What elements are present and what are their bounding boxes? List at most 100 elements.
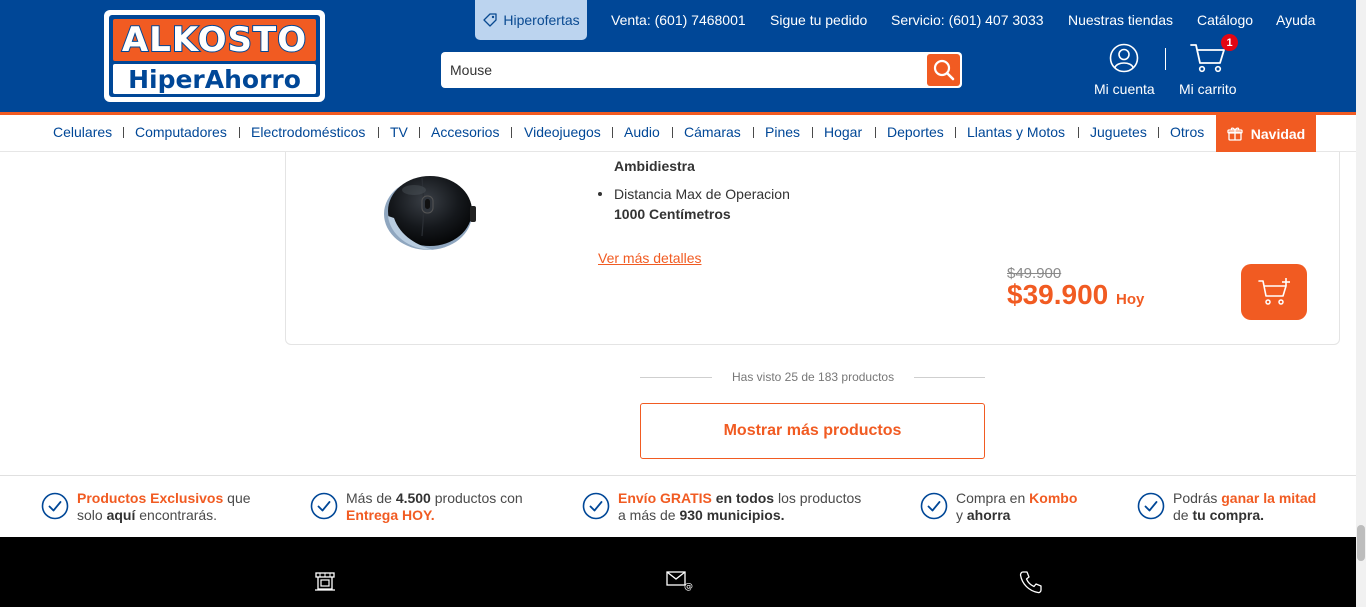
store-icon[interactable]: [313, 569, 337, 593]
cart-label[interactable]: Mi carrito: [1179, 81, 1237, 97]
site-footer: @: [0, 537, 1356, 607]
category-celulares[interactable]: Celulares: [53, 124, 112, 140]
category-audio[interactable]: Audio: [624, 124, 660, 140]
scrollbar-thumb[interactable]: [1357, 525, 1365, 561]
logo-bottom-band: HiperAhorro: [113, 64, 316, 94]
search-input[interactable]: [441, 52, 926, 88]
benefit-text: Podrás ganar la mitad de tu compra.: [1173, 490, 1316, 524]
check-circle-icon: [582, 492, 610, 520]
scrollbar-track[interactable]: [1356, 0, 1366, 607]
category-separator: [955, 127, 956, 138]
benefit-segment: encontrarás.: [135, 507, 218, 523]
benefit-item: Compra en Kombo y ahorra: [920, 490, 1077, 524]
topnav-link-ayuda[interactable]: Ayuda: [1276, 12, 1315, 28]
category-separator: [239, 127, 240, 138]
category-separator: [1078, 127, 1079, 138]
user-icon[interactable]: [1109, 43, 1139, 73]
category-camaras[interactable]: Cámaras: [684, 124, 741, 140]
seen-divider-left: [640, 377, 712, 378]
alkosto-logo[interactable]: ALKOSTO HiperAhorro: [104, 10, 325, 102]
benefit-segment: Podrás: [1173, 490, 1222, 506]
benefit-segment: y: [956, 507, 967, 523]
benefit-highlight: Kombo: [1029, 490, 1078, 506]
price-suffix: Hoy: [1116, 291, 1145, 308]
category-separator: [123, 127, 124, 138]
show-more-button[interactable]: Mostrar más productos: [640, 403, 985, 459]
category-separator: [1158, 127, 1159, 138]
benefit-bold: tu compra.: [1192, 507, 1265, 523]
add-to-cart-button[interactable]: [1241, 264, 1307, 320]
benefit-bold: 930 municipios.: [679, 507, 785, 523]
benefit-item: Envío GRATIS en todos los productos a más…: [582, 490, 861, 524]
category-otros[interactable]: Otros: [1170, 124, 1204, 140]
benefit-text: Compra en Kombo y ahorra: [956, 490, 1077, 524]
hiperofertas-tab[interactable]: Hiperofertas: [475, 0, 587, 40]
category-separator: [419, 127, 420, 138]
category-separator: [378, 127, 379, 138]
check-circle-icon: [310, 492, 338, 520]
benefit-bold: en todos: [711, 490, 775, 506]
hiperofertas-label: Hiperofertas: [503, 12, 580, 28]
cart-count-badge: 1: [1221, 34, 1238, 51]
category-hogar[interactable]: Hogar: [824, 124, 862, 140]
benefit-highlight: Productos Exclusivos: [77, 490, 224, 506]
category-pines[interactable]: Pines: [765, 124, 800, 140]
benefit-item: Productos Exclusivos que solo aquí encont…: [41, 490, 251, 524]
account-label[interactable]: Mi cuenta: [1094, 81, 1155, 97]
seen-divider-right: [914, 377, 985, 378]
benefit-highlight: Envío GRATIS: [618, 490, 712, 506]
add-to-cart-icon: [1258, 278, 1290, 305]
benefit-item: Podrás ganar la mitad de tu compra.: [1137, 490, 1316, 524]
product-image[interactable]: [378, 166, 482, 256]
logo-top-text: ALKOSTO: [121, 19, 308, 61]
category-separator: [672, 127, 673, 138]
benefit-highlight: ganar la mitad: [1221, 490, 1317, 506]
topnav-link-venta[interactable]: Venta: (601) 7468001: [611, 12, 746, 28]
category-separator: [812, 127, 813, 138]
category-separator: [612, 127, 613, 138]
benefit-text: Más de 4.500 productos con Entrega HOY.: [346, 490, 523, 524]
navidad-label: Navidad: [1250, 125, 1306, 142]
benefit-item: Más de 4.500 productos con Entrega HOY.: [310, 490, 523, 524]
topnav-link-sigue-pedido[interactable]: Sigue tu pedido: [770, 12, 867, 28]
benefit-segment: Compra en: [956, 490, 1030, 506]
search-bar: [441, 52, 962, 88]
current-price: $39.900: [1007, 279, 1109, 310]
category-deportes[interactable]: Deportes: [887, 124, 944, 140]
gift-icon: [1227, 127, 1243, 141]
category-separator: [753, 127, 754, 138]
category-separator: [875, 127, 876, 138]
benefit-highlight: Entrega HOY.: [346, 507, 435, 523]
spec-value: 1000 Centímetros: [614, 206, 731, 222]
check-circle-icon: [1137, 492, 1165, 520]
benefit-segment: Más de: [346, 490, 396, 506]
category-llantas-motos[interactable]: Llantas y Motos: [967, 124, 1065, 140]
topnav-link-catalogo[interactable]: Catálogo: [1197, 12, 1253, 28]
benefit-segment: que: [223, 490, 251, 506]
benefit-segment: los productos: [774, 490, 862, 506]
category-computadores[interactable]: Computadores: [135, 124, 227, 140]
logo-bottom-text: HiperAhorro: [128, 64, 301, 94]
category-navidad[interactable]: Navidad: [1216, 115, 1316, 152]
search-icon: [933, 59, 954, 81]
category-accesorios[interactable]: Accesorios: [431, 124, 499, 140]
mail-icon[interactable]: @: [665, 569, 693, 591]
check-circle-icon: [41, 492, 69, 520]
category-videojuegos[interactable]: Videojuegos: [524, 124, 601, 140]
spec-label: Distancia Max de Operacion: [614, 186, 790, 202]
details-link[interactable]: Ver más detalles: [598, 250, 702, 266]
category-electrodomesticos[interactable]: Electrodomésticos: [251, 124, 365, 140]
benefit-bold: aquí: [106, 507, 136, 523]
benefit-bold: ahorra: [966, 507, 1011, 523]
category-tv[interactable]: TV: [390, 124, 408, 140]
logo-frame: ALKOSTO HiperAhorro: [109, 15, 320, 97]
topnav-link-servicio[interactable]: Servicio: (601) 407 3033: [891, 12, 1044, 28]
search-button[interactable]: [927, 54, 960, 86]
category-separator: [511, 127, 512, 138]
header-divider: [1165, 48, 1166, 70]
benefit-text: Envío GRATIS en todos los productos a más…: [618, 490, 861, 524]
topnav-link-tiendas[interactable]: Nuestras tiendas: [1068, 12, 1173, 28]
benefit-text: Productos Exclusivos que solo aquí encont…: [77, 490, 251, 524]
category-juguetes[interactable]: Juguetes: [1090, 124, 1147, 140]
phone-icon[interactable]: [1018, 569, 1044, 595]
